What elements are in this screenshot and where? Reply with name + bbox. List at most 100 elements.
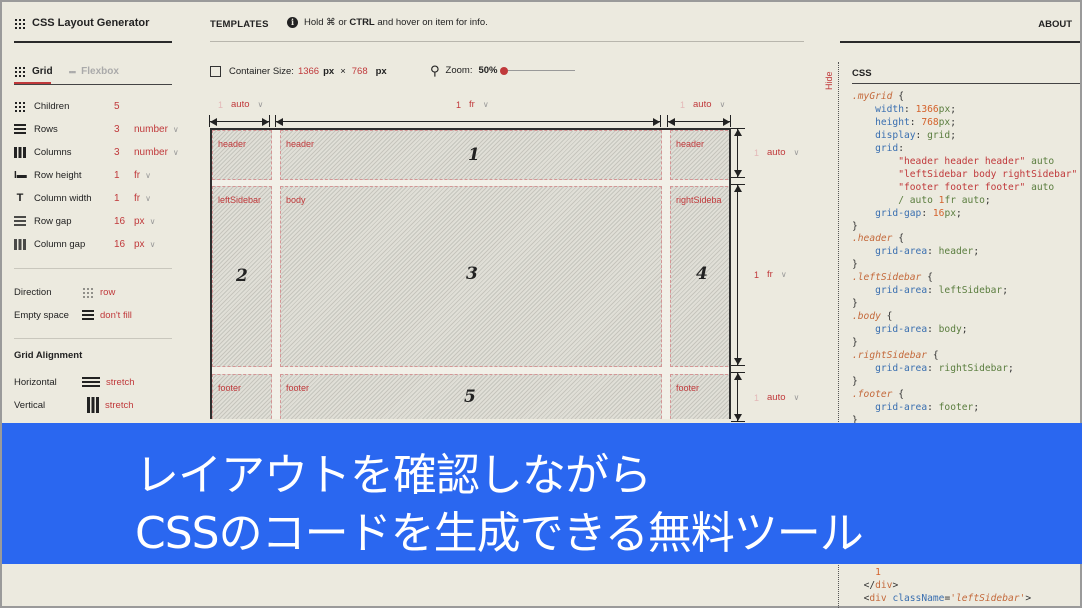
align-vertical: Vertical stretch	[14, 397, 134, 413]
grid-cell[interactable]: footer	[670, 374, 729, 419]
column-2-arrow	[275, 115, 661, 127]
prop-columns: Columns 3 number ∨	[14, 145, 179, 159]
caption-line-1: レイアウトを確認しながら	[135, 450, 652, 501]
chevron-down-icon[interactable]: ∨	[145, 171, 151, 180]
grid-cell[interactable]: header	[670, 130, 729, 180]
grid-cell[interactable]: header	[212, 130, 272, 180]
container-size: Container Size: 1366 px × 768 px	[210, 66, 387, 77]
hide-code-button[interactable]: Hide	[824, 71, 834, 90]
chevron-down-icon[interactable]: ∨	[720, 100, 726, 109]
rows-unit-select[interactable]: number	[134, 124, 168, 135]
zoom-slider-thumb[interactable]	[500, 66, 509, 75]
tabs-rule	[14, 84, 172, 85]
section-divider	[14, 338, 172, 339]
empty-space-icon	[82, 309, 94, 321]
row-gap-value[interactable]: 16	[114, 216, 132, 227]
chevron-down-icon[interactable]: ∨	[173, 125, 179, 134]
option-empty-space: Empty space don't fill	[14, 309, 132, 321]
row-3-size: 1 auto ∨	[754, 392, 800, 403]
app-grid-icon	[14, 17, 25, 29]
section-divider	[14, 268, 172, 269]
info-icon: i	[287, 17, 298, 28]
children-value[interactable]: 5	[114, 101, 132, 112]
grid-preview: header header header leftSidebar body ri…	[210, 128, 731, 419]
column-width-value[interactable]: 1	[114, 193, 132, 204]
row-1-arrow	[731, 128, 745, 178]
app-title: CSS Layout Generator	[14, 17, 149, 29]
container-height-input[interactable]: 768	[352, 66, 368, 77]
container-width-input[interactable]: 1366	[298, 66, 319, 77]
row-height-icon: I▬	[14, 169, 27, 181]
empty-space-value[interactable]: don't fill	[100, 310, 132, 321]
row-height-unit-select[interactable]: fr	[134, 170, 140, 181]
chevron-down-icon[interactable]: ∨	[781, 270, 787, 279]
about-rule	[840, 41, 1080, 43]
align-horizontal-value[interactable]: stretch	[106, 377, 135, 388]
chevron-down-icon[interactable]: ∨	[150, 217, 156, 226]
rows-value[interactable]: 3	[114, 124, 132, 135]
grid-cell[interactable]: footer	[212, 374, 272, 419]
chevron-down-icon[interactable]: ∨	[145, 194, 151, 203]
search-icon: ⚲	[430, 63, 440, 78]
row-gap-unit-select[interactable]: px	[134, 216, 145, 227]
direction-value[interactable]: row	[100, 287, 115, 298]
grid-item-number: 2	[236, 266, 248, 286]
column-gap-icon	[14, 238, 26, 250]
row-2-arrow	[731, 184, 745, 366]
column-1-size: 1 auto ∨	[218, 99, 264, 110]
column-width-unit-select[interactable]: fr	[134, 193, 140, 204]
chevron-down-icon[interactable]: ∨	[794, 393, 800, 402]
column-2-size: 1 fr ∨	[456, 99, 489, 110]
row-3-arrow	[731, 372, 745, 422]
row-gap-icon	[14, 215, 26, 227]
chevron-down-icon[interactable]: ∨	[173, 148, 179, 157]
zoom-control: ⚲ Zoom: 50%	[430, 63, 576, 78]
chevron-down-icon[interactable]: ∨	[794, 148, 800, 157]
column-1-arrow	[209, 115, 270, 127]
hint: i Hold ⌘ or CTRL and hover on item for i…	[287, 17, 488, 28]
column-gap-unit-select[interactable]: px	[134, 239, 145, 250]
direction-row-icon	[82, 286, 94, 298]
row-height-value[interactable]: 1	[114, 170, 132, 181]
option-direction: Direction row	[14, 286, 116, 298]
align-vertical-value[interactable]: stretch	[105, 400, 134, 411]
prop-row-gap: Row gap 16 px ∨	[14, 214, 155, 228]
tab-grid[interactable]: Grid	[14, 66, 53, 77]
row-2-size: 1 fr ∨	[754, 269, 787, 280]
about-link[interactable]: ABOUT	[1038, 19, 1072, 30]
prop-column-width: T Column width 1 fr ∨	[14, 191, 151, 205]
children-grid-icon	[14, 100, 26, 112]
prop-column-gap: Column gap 16 px ∨	[14, 237, 155, 251]
prop-children: Children 5	[14, 99, 132, 113]
align-vertical-icon	[87, 397, 99, 413]
grid-icon	[14, 66, 26, 77]
align-horizontal: Horizontal stretch	[14, 376, 135, 388]
chevron-down-icon[interactable]: ∨	[258, 100, 264, 109]
container-icon	[210, 66, 221, 77]
align-horizontal-icon	[82, 376, 100, 388]
templates-button[interactable]: TEMPLATES	[210, 19, 269, 30]
chevron-down-icon[interactable]: ∨	[483, 100, 489, 109]
caption-banner: レイアウトを確認しながら CSSのコードを生成できる無料ツール	[2, 423, 1082, 564]
prop-row-height: I▬ Row height 1 fr ∨	[14, 169, 151, 181]
toolbar-rule	[210, 41, 804, 42]
column-gap-value[interactable]: 16	[114, 239, 132, 250]
rows-icon	[14, 123, 26, 135]
tab-flexbox[interactable]: ▪▪▪ Flexbox	[69, 66, 119, 77]
column-3-arrow	[667, 115, 731, 127]
prop-rows: Rows 3 number ∨	[14, 122, 179, 136]
columns-value[interactable]: 3	[114, 147, 132, 158]
row-1-size: 1 auto ∨	[754, 147, 800, 158]
grid-item-number: 5	[464, 387, 476, 407]
flexbox-icon: ▪▪▪	[68, 66, 77, 77]
zoom-slider[interactable]	[500, 66, 576, 75]
css-code[interactable]: .myGrid { width: 1366px; height: 768px; …	[852, 91, 1082, 428]
grid-item-number: 1	[468, 145, 480, 165]
columns-unit-select[interactable]: number	[134, 147, 168, 158]
jsx-code[interactable]: 1 </div> <div className='leftSidebar'>	[852, 566, 1032, 605]
chevron-down-icon[interactable]: ∨	[150, 240, 156, 249]
grid-item-number: 3	[466, 264, 478, 284]
app-title-text: CSS Layout Generator	[32, 17, 150, 29]
preview-right-border	[729, 128, 731, 419]
css-panel-title: CSS	[852, 68, 872, 79]
